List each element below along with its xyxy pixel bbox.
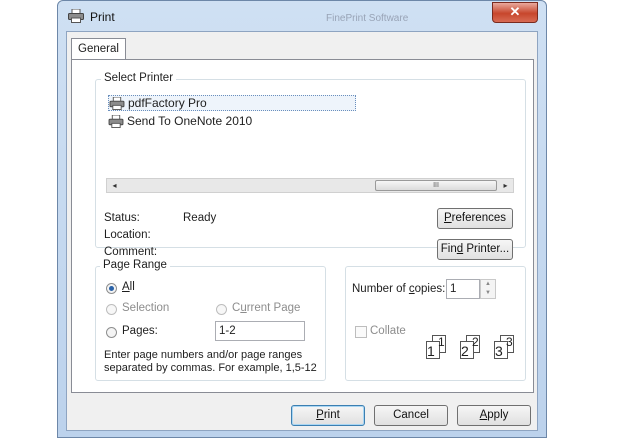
printer-icon	[109, 96, 125, 110]
close-button[interactable]: ✕	[492, 2, 538, 23]
printer-item-onenote[interactable]: Send To OneNote 2010	[108, 113, 252, 129]
all-radio[interactable]	[106, 283, 117, 294]
page-range-legend: Page Range	[100, 259, 170, 271]
current-page-label: Current Page	[232, 302, 301, 314]
collate-label: Collate	[370, 325, 406, 337]
spin-down-icon[interactable]: ▼	[481, 289, 495, 298]
copies-input[interactable]: 1	[446, 279, 480, 299]
cancel-button[interactable]: Cancel	[374, 405, 448, 426]
current-page-radio[interactable]	[216, 304, 227, 315]
status-label: Status:	[104, 212, 140, 224]
dialog-body: General Select Printer pdfFactory Pro Se…	[66, 31, 538, 431]
collate-page-number: 2	[472, 335, 479, 349]
general-tab-panel: Select Printer pdfFactory Pro Send To On…	[71, 59, 534, 393]
copies-group: Number of copies: 1 ▲▼ Collate 1 1 2 2	[345, 266, 526, 381]
pages-radio[interactable]	[106, 327, 117, 338]
background-window-title: FinePrint Software	[326, 13, 409, 24]
printer-label: pdfFactory Pro	[128, 96, 207, 110]
collate-page-number: 2	[461, 343, 469, 359]
collate-page-number: 3	[506, 335, 513, 349]
pages-label: Pages:	[122, 325, 158, 337]
collate-page-number: 1	[438, 335, 445, 349]
preferences-button[interactable]: Preferences	[437, 208, 513, 229]
printer-label: Send To OneNote 2010	[127, 114, 253, 128]
tab-general[interactable]: General	[71, 38, 126, 60]
printer-icon	[108, 114, 124, 128]
collate-page-number: 1	[427, 343, 435, 359]
status-value: Ready	[183, 212, 217, 224]
select-printer-group: Select Printer pdfFactory Pro Send To On…	[95, 72, 526, 260]
printer-list-scrollbar[interactable]: ◂ III ▸	[106, 178, 514, 193]
number-of-copies-label: Number of copies:	[352, 283, 446, 295]
close-icon: ✕	[509, 4, 521, 19]
scroll-left-icon[interactable]: ◂	[107, 179, 122, 192]
spin-up-icon[interactable]: ▲	[481, 280, 495, 289]
copies-spinner[interactable]: ▲ ▼	[480, 279, 496, 299]
apply-button[interactable]: Apply	[457, 405, 531, 426]
printer-item-pdffactory[interactable]: pdfFactory Pro	[108, 95, 356, 111]
find-printer-button[interactable]: Find Printer...	[437, 239, 513, 260]
select-printer-legend: Select Printer	[101, 72, 177, 84]
comment-label: Comment:	[104, 246, 158, 258]
page-range-hint-line-2: separated by commas. For example, 1,5-12	[104, 362, 317, 374]
page-range-hint-line-1: Enter page numbers and/or page ranges	[104, 349, 303, 361]
collate-checkbox[interactable]	[355, 326, 367, 338]
selection-label: Selection	[122, 302, 170, 314]
window-title: Print	[90, 10, 115, 24]
pages-input[interactable]: 1-2	[215, 321, 305, 341]
title-bar[interactable]: Print FinePrint Software ✕	[58, 1, 546, 31]
collate-page-number: 3	[495, 343, 503, 359]
printer-list[interactable]: pdfFactory Pro Send To OneNote 2010	[106, 92, 516, 178]
location-label: Location:	[104, 229, 151, 241]
print-dialog: Print FinePrint Software ✕ General Selec…	[57, 0, 547, 438]
printer-icon	[68, 9, 84, 23]
page-range-group: Page Range All Selection Current Page Pa…	[95, 259, 326, 381]
all-label: All	[122, 281, 135, 293]
scroll-right-icon[interactable]: ▸	[498, 179, 513, 192]
print-button[interactable]: Print	[291, 405, 365, 426]
selection-radio[interactable]	[106, 304, 117, 315]
scroll-thumb[interactable]: III	[375, 180, 497, 191]
